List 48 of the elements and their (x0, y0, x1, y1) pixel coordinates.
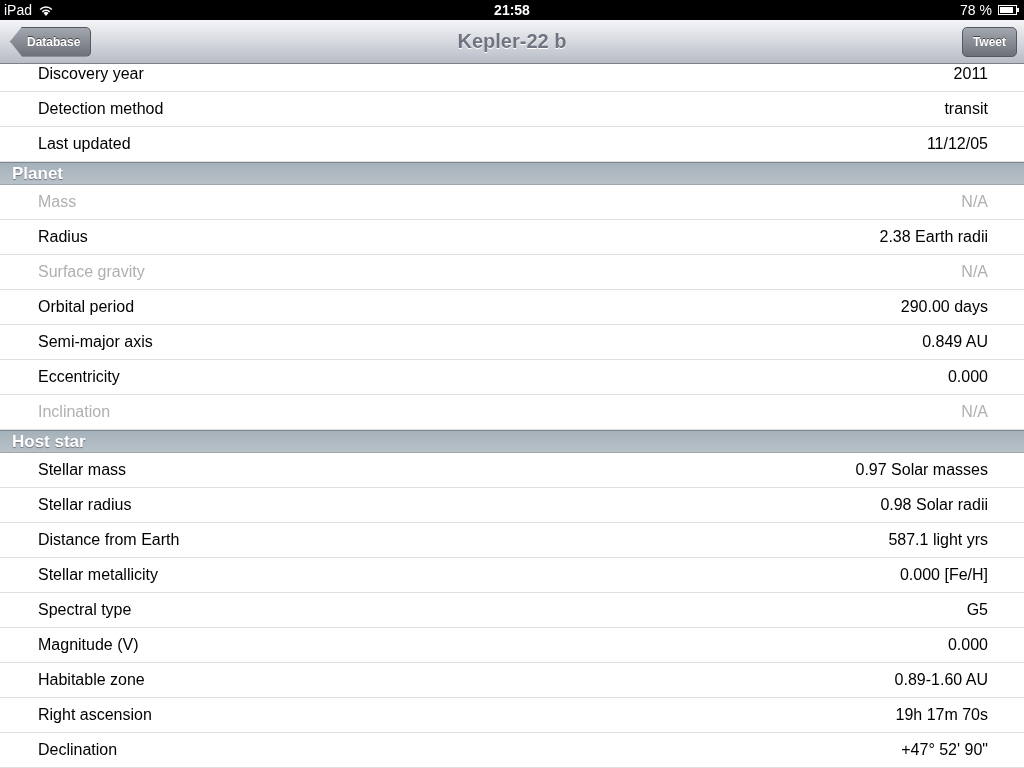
row-label: Surface gravity (38, 263, 145, 281)
row-label: Mass (38, 193, 77, 211)
row-value: 290.00 days (900, 298, 988, 316)
row-value: N/A (961, 263, 988, 281)
section-header: Planet (0, 162, 1024, 185)
row-value: 0.97 Solar masses (855, 461, 988, 479)
row-value: 11/12/05 (926, 135, 988, 153)
row-value: 0.89-1.60 AU (894, 671, 988, 689)
row-label: Habitable zone (38, 671, 145, 689)
row-label: Stellar radius (38, 496, 132, 514)
back-button[interactable]: Database (10, 26, 92, 57)
section-header: Host star (0, 430, 1024, 453)
row-value: +47° 52' 90" (901, 741, 988, 759)
row-value: 587.1 light yrs (888, 531, 988, 549)
row-value: 2011 (953, 65, 988, 83)
row-label: Radius (38, 228, 88, 246)
row-label: Semi-major axis (38, 333, 153, 351)
page-title: Kepler-22 b (457, 30, 567, 53)
row-label: Distance from Earth (38, 531, 180, 549)
row-label: Orbital period (38, 298, 135, 316)
row-value: N/A (961, 403, 988, 421)
tweet-button[interactable]: Tweet (961, 26, 1017, 57)
row-value: transit (944, 100, 988, 118)
battery-percent: 78 % (960, 2, 992, 18)
row-label: Detection method (38, 100, 164, 118)
row-label: Right ascension (38, 706, 152, 724)
row-value: 0.000 (947, 368, 988, 386)
row-value: 0.849 AU (922, 333, 988, 351)
row-label: Last updated (38, 135, 131, 153)
clock-time: 21:58 (494, 2, 530, 18)
row-value: 0.98 Solar radii (880, 496, 988, 514)
wifi-icon (38, 4, 55, 16)
row-label: Spectral type (38, 601, 132, 619)
row-label: Magnitude (V) (38, 636, 139, 654)
row-label: Eccentricity (38, 368, 120, 386)
row-label: Inclination (38, 403, 111, 421)
row-label: Discovery year (38, 65, 144, 83)
row-value: 0.000 [Fe/H] (899, 566, 988, 584)
row-value: 0.000 (947, 636, 988, 654)
row-label: Stellar metallicity (38, 566, 159, 584)
row-label: Declination (38, 741, 118, 759)
row-value: G5 (966, 601, 988, 619)
row-value: 2.38 Earth radii (879, 228, 988, 246)
device-name: iPad (4, 2, 33, 18)
row-value: 19h 17m 70s (895, 706, 988, 724)
row-value: N/A (961, 193, 988, 211)
row-label: Stellar mass (38, 461, 127, 479)
battery-icon (998, 5, 1020, 15)
